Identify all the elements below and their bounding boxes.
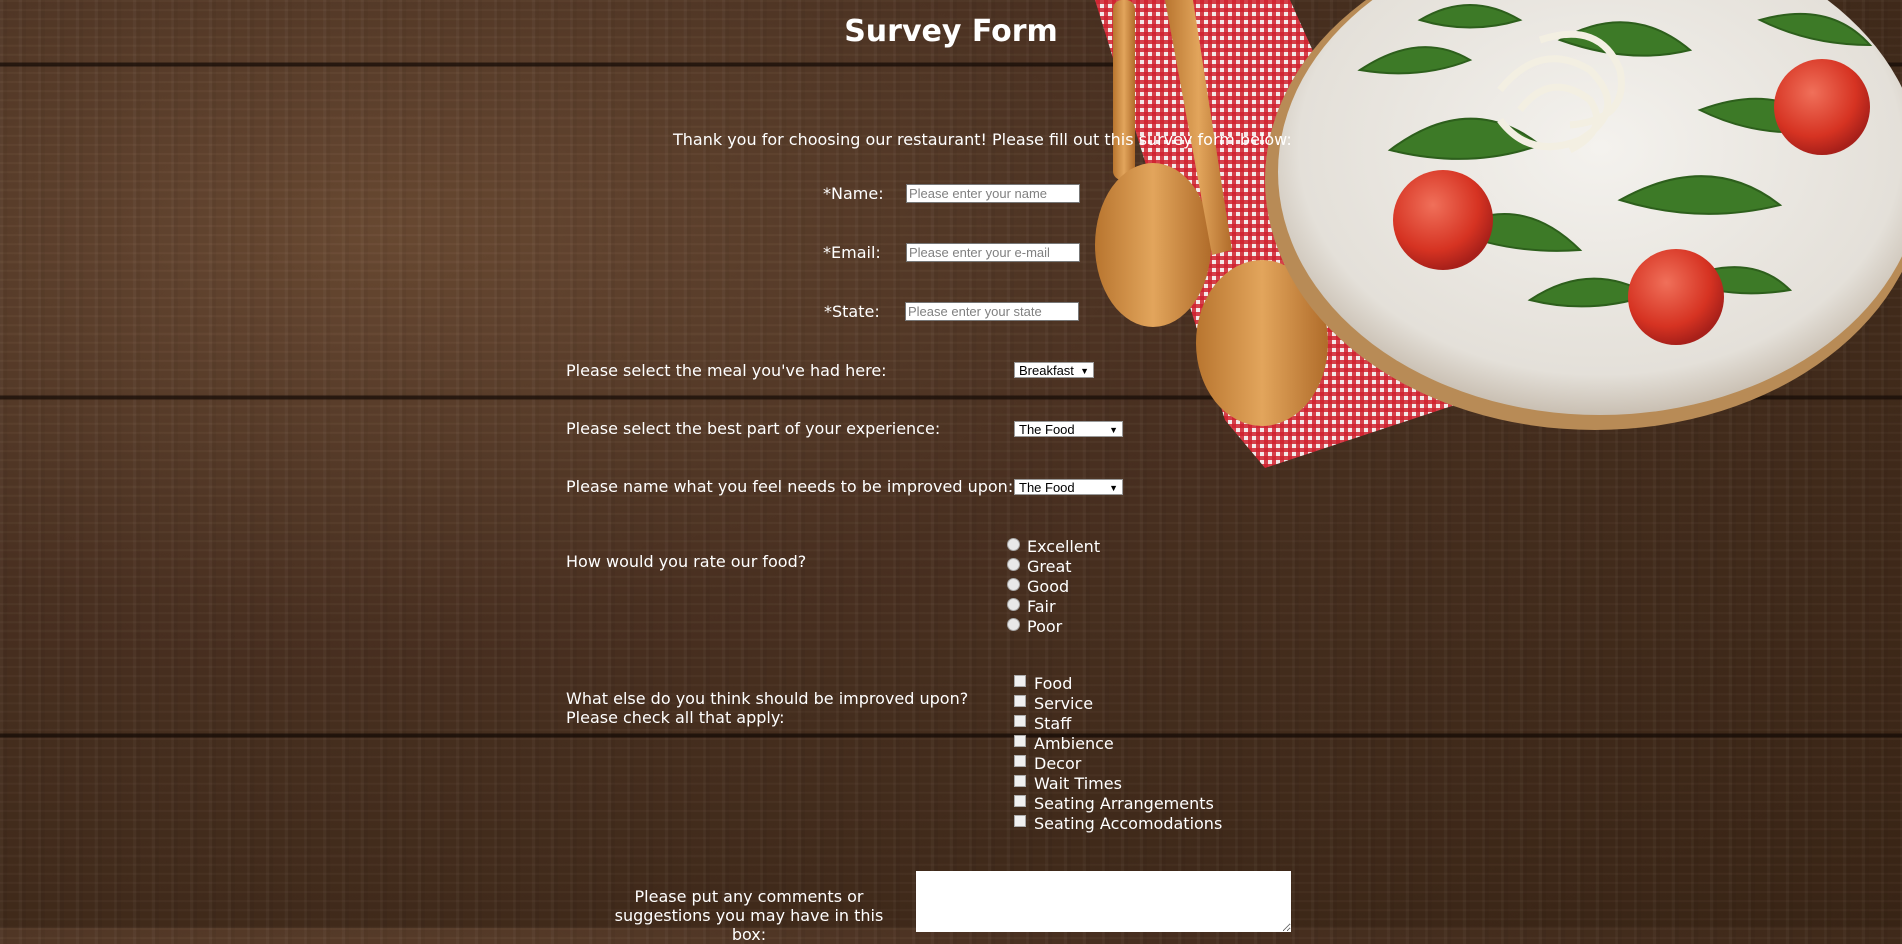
- checkbox[interactable]: [1014, 695, 1026, 707]
- radio-button[interactable]: [1007, 558, 1020, 571]
- radio-button[interactable]: [1007, 598, 1020, 611]
- comments-label: Please put any comments or suggestions y…: [614, 887, 884, 944]
- checkbox[interactable]: [1014, 715, 1026, 727]
- dropdown-arrow-icon: ▼: [1109, 425, 1118, 435]
- improve-select-value: The Food: [1019, 480, 1075, 495]
- best-part-select[interactable]: The Food ▼: [1014, 421, 1123, 437]
- checkbox[interactable]: [1014, 795, 1026, 807]
- meal-label: Please select the meal you've had here:: [566, 361, 887, 380]
- tomato-image: [1393, 170, 1493, 270]
- email-label: *Email:: [823, 243, 881, 262]
- radio-button[interactable]: [1007, 538, 1020, 551]
- meal-select-value: Breakfast: [1019, 363, 1074, 378]
- improve-select[interactable]: The Food ▼: [1014, 479, 1123, 495]
- best-part-label: Please select the best part of your expe…: [566, 419, 941, 438]
- state-label: *State:: [824, 302, 880, 321]
- checkbox[interactable]: [1014, 755, 1026, 767]
- email-field[interactable]: [906, 243, 1080, 262]
- checkbox[interactable]: [1014, 815, 1026, 827]
- comments-textarea[interactable]: [916, 871, 1291, 932]
- page-title: Survey Form: [844, 14, 1058, 49]
- name-field[interactable]: [906, 184, 1080, 203]
- name-label: *Name:: [823, 184, 884, 203]
- intro-text: Thank you for choosing our restaurant! P…: [673, 130, 1292, 149]
- radio-button[interactable]: [1007, 578, 1020, 591]
- radio-button[interactable]: [1007, 618, 1020, 631]
- dropdown-arrow-icon: ▼: [1080, 366, 1089, 376]
- improve-check-label: What else do you think should be improve…: [566, 689, 969, 727]
- meal-select[interactable]: Breakfast ▼: [1014, 362, 1094, 378]
- checkbox[interactable]: [1014, 775, 1026, 787]
- improve-select-label: Please name what you feel needs to be im…: [566, 477, 1014, 496]
- dropdown-arrow-icon: ▼: [1109, 483, 1118, 493]
- best-part-select-value: The Food: [1019, 422, 1075, 437]
- state-field[interactable]: [905, 302, 1079, 321]
- checkbox[interactable]: [1014, 675, 1026, 687]
- checkbox[interactable]: [1014, 735, 1026, 747]
- rating-label: How would you rate our food?: [566, 552, 807, 571]
